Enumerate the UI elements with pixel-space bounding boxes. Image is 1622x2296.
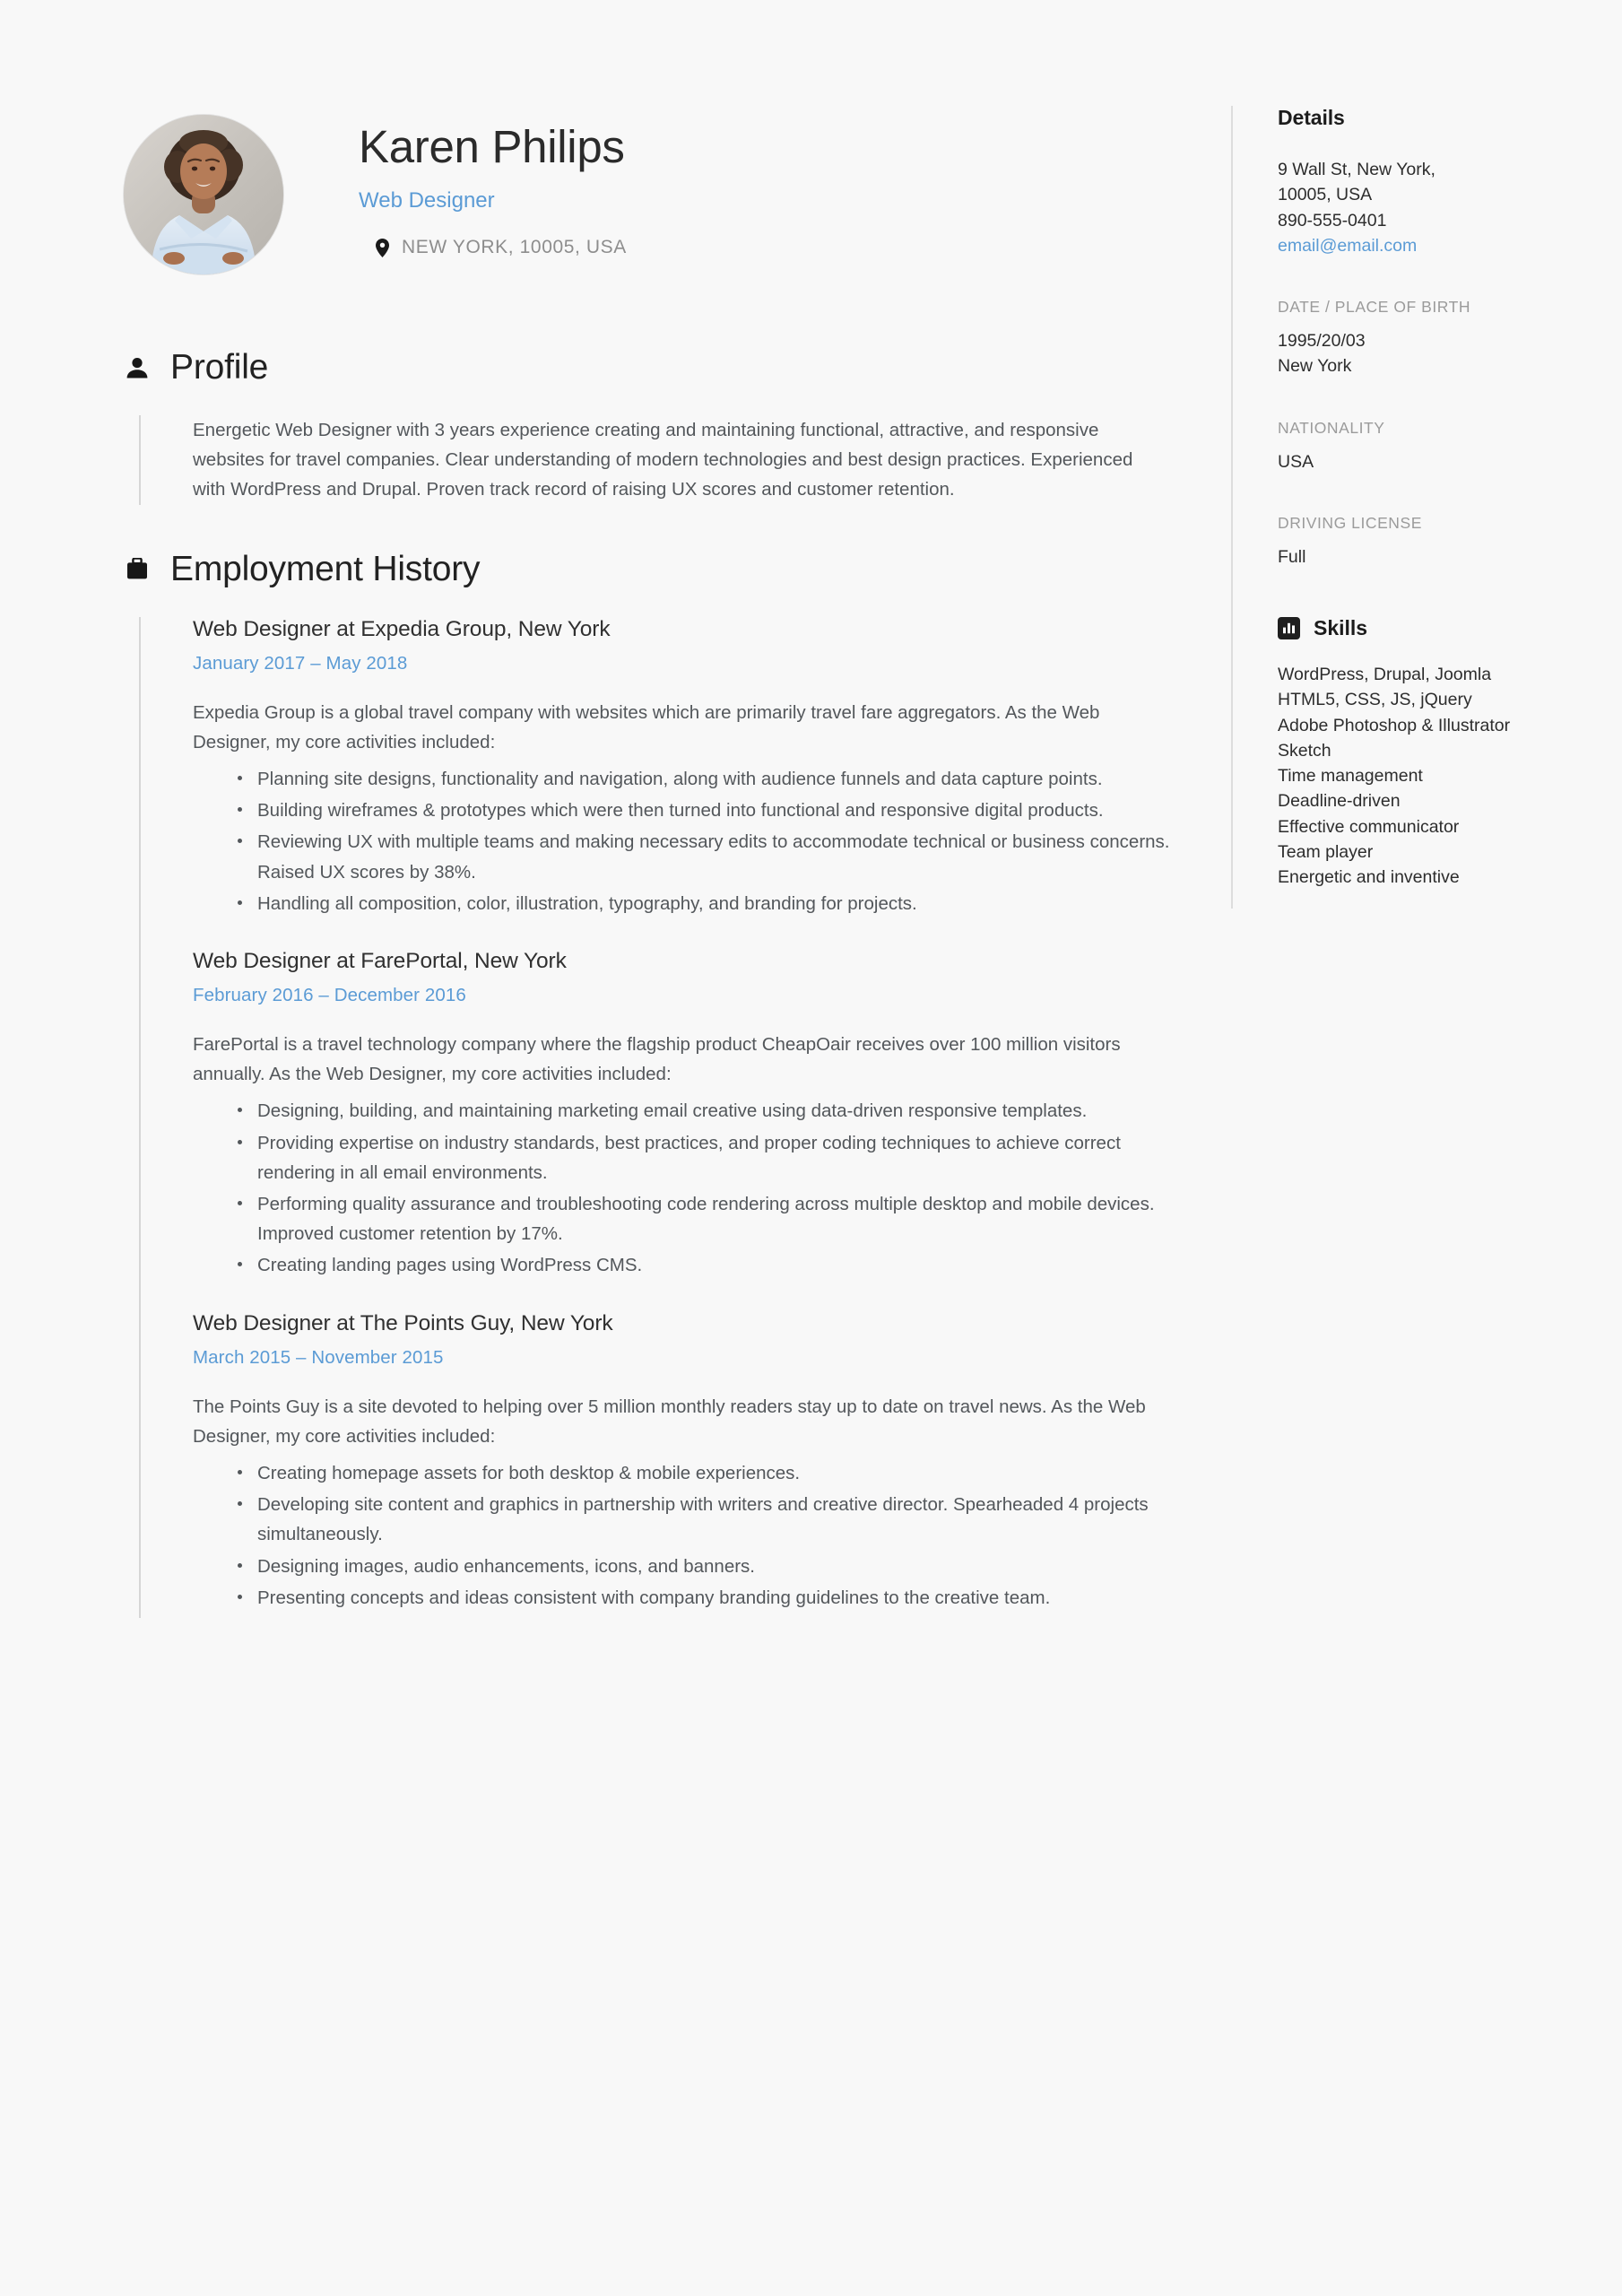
contact-block: 9 Wall St, New York, 10005, USA 890-555-… [1278, 157, 1527, 258]
license-block: DRIVING LICENSE Full [1278, 514, 1527, 570]
job-bullet: Designing images, audio enhancements, ic… [236, 1552, 1186, 1581]
job-dates: January 2017 – May 2018 [193, 652, 408, 674]
job-role: Web Designer at Expedia Group, New York [193, 616, 611, 641]
job-bullet: Creating landing pages using WordPress C… [236, 1250, 1186, 1280]
job-role: Web Designer at The Points Guy, New York [193, 1310, 613, 1335]
job-dates: February 2016 – December 2016 [193, 985, 466, 1006]
page-title: Karen Philips [359, 121, 625, 172]
job-bullet: Designing, building, and maintaining mar… [236, 1096, 1186, 1126]
skill-item: Sketch [1278, 740, 1331, 761]
resume-page: Karen Philips Web Designer NEW YORK, 100… [0, 0, 1622, 2296]
job-bullet: Presenting concepts and ideas consistent… [236, 1583, 1186, 1613]
skill-item: Deadline-driven [1278, 791, 1401, 812]
job-entry: Web Designer at FarePortal, New York Feb… [193, 949, 1195, 1311]
dob-place: New York [1278, 356, 1352, 377]
dob-label: DATE / PLACE OF BIRTH [1278, 298, 1471, 317]
header-text-block: Karen Philips Web Designer NEW YORK, 100… [283, 115, 627, 258]
job-bullet: Handling all composition, color, illustr… [236, 889, 1186, 918]
job-entry: Web Designer at The Points Guy, New York… [193, 1311, 1195, 1613]
location-row: NEW YORK, 10005, USA [359, 237, 627, 258]
avatar [124, 115, 283, 274]
job-bullet: Planning site designs, functionality and… [236, 764, 1186, 794]
dob-block: DATE / PLACE OF BIRTH 1995/20/03 New Yor… [1278, 298, 1527, 379]
job-description: Expedia Group is a global travel company… [193, 701, 1100, 752]
job-dates: March 2015 – November 2015 [193, 1346, 444, 1368]
skill-item: Adobe Photoshop & Illustrator [1278, 715, 1511, 735]
nationality-label: NATIONALITY [1278, 418, 1385, 437]
job-bullet-list: Designing, building, and maintaining mar… [193, 1096, 1195, 1280]
skill-item: Team player [1278, 841, 1374, 862]
phone-number: 890-555-0401 [1278, 210, 1387, 230]
job-entry: Web Designer at Expedia Group, New York … [193, 617, 1195, 949]
email-link[interactable]: email@email.com [1278, 233, 1527, 258]
details-title: Details [1278, 106, 1345, 129]
skill-item: WordPress, Drupal, Joomla [1278, 665, 1492, 685]
job-description: The Points Guy is a site devoted to help… [193, 1396, 1146, 1447]
job-bullet: Reviewing UX with multiple teams and mak… [236, 827, 1186, 886]
license-label: DRIVING LICENSE [1278, 513, 1422, 532]
employment-section: Employment History Web Designer at Exped… [124, 552, 1195, 1619]
person-icon [124, 354, 151, 381]
profile-title: Profile [170, 348, 269, 387]
job-bullet-list: Planning site designs, functionality and… [193, 764, 1195, 918]
skill-item: HTML5, CSS, JS, jQuery [1278, 690, 1472, 710]
employment-body: Web Designer at Expedia Group, New York … [139, 616, 1195, 1619]
skills-title: Skills [1314, 616, 1368, 640]
briefcase-icon [124, 555, 151, 582]
skills-list: WordPress, Drupal, Joomla HTML5, CSS, JS… [1278, 662, 1527, 890]
address-line-1: 9 Wall St, New York, [1278, 160, 1436, 179]
location-text: NEW YORK, 10005, USA [402, 237, 627, 258]
job-bullet-list: Creating homepage assets for both deskto… [193, 1458, 1195, 1613]
skill-item: Effective communicator [1278, 816, 1460, 837]
job-title: Web Designer [359, 188, 495, 213]
job-bullet: Providing expertise on industry standard… [236, 1128, 1186, 1187]
profile-body: Energetic Web Designer with 3 years expe… [139, 415, 1195, 505]
address-line-2: 10005, USA [1278, 185, 1373, 205]
job-description: FarePortal is a travel technology compan… [193, 1034, 1121, 1085]
sidebar: Details 9 Wall St, New York, 10005, USA … [1231, 106, 1527, 909]
skill-item: Time management [1278, 766, 1423, 787]
nationality-block: NATIONALITY USA [1278, 419, 1527, 474]
job-bullet: Performing quality assurance and trouble… [236, 1189, 1186, 1248]
nationality-value: USA [1278, 451, 1314, 472]
job-bullet: Building wireframes & prototypes which w… [236, 796, 1186, 825]
location-pin-icon [376, 238, 389, 257]
employment-title: Employment History [170, 549, 481, 588]
bar-chart-icon [1278, 617, 1300, 640]
employment-section-header: Employment History [124, 552, 1195, 587]
skills-section-header: Skills [1278, 616, 1527, 640]
job-bullet: Creating homepage assets for both deskto… [236, 1458, 1186, 1488]
job-role: Web Designer at FarePortal, New York [193, 949, 567, 974]
profile-section-header: Profile [124, 350, 1195, 385]
skill-item: Energetic and inventive [1278, 867, 1460, 888]
dob-date: 1995/20/03 [1278, 331, 1366, 352]
main-column: Profile Energetic Web Designer with 3 ye… [124, 350, 1195, 1619]
profile-text: Energetic Web Designer with 3 years expe… [193, 420, 1133, 500]
job-bullet: Developing site content and graphics in … [236, 1490, 1186, 1549]
license-value: Full [1278, 546, 1306, 567]
profile-section: Profile Energetic Web Designer with 3 ye… [124, 350, 1195, 505]
